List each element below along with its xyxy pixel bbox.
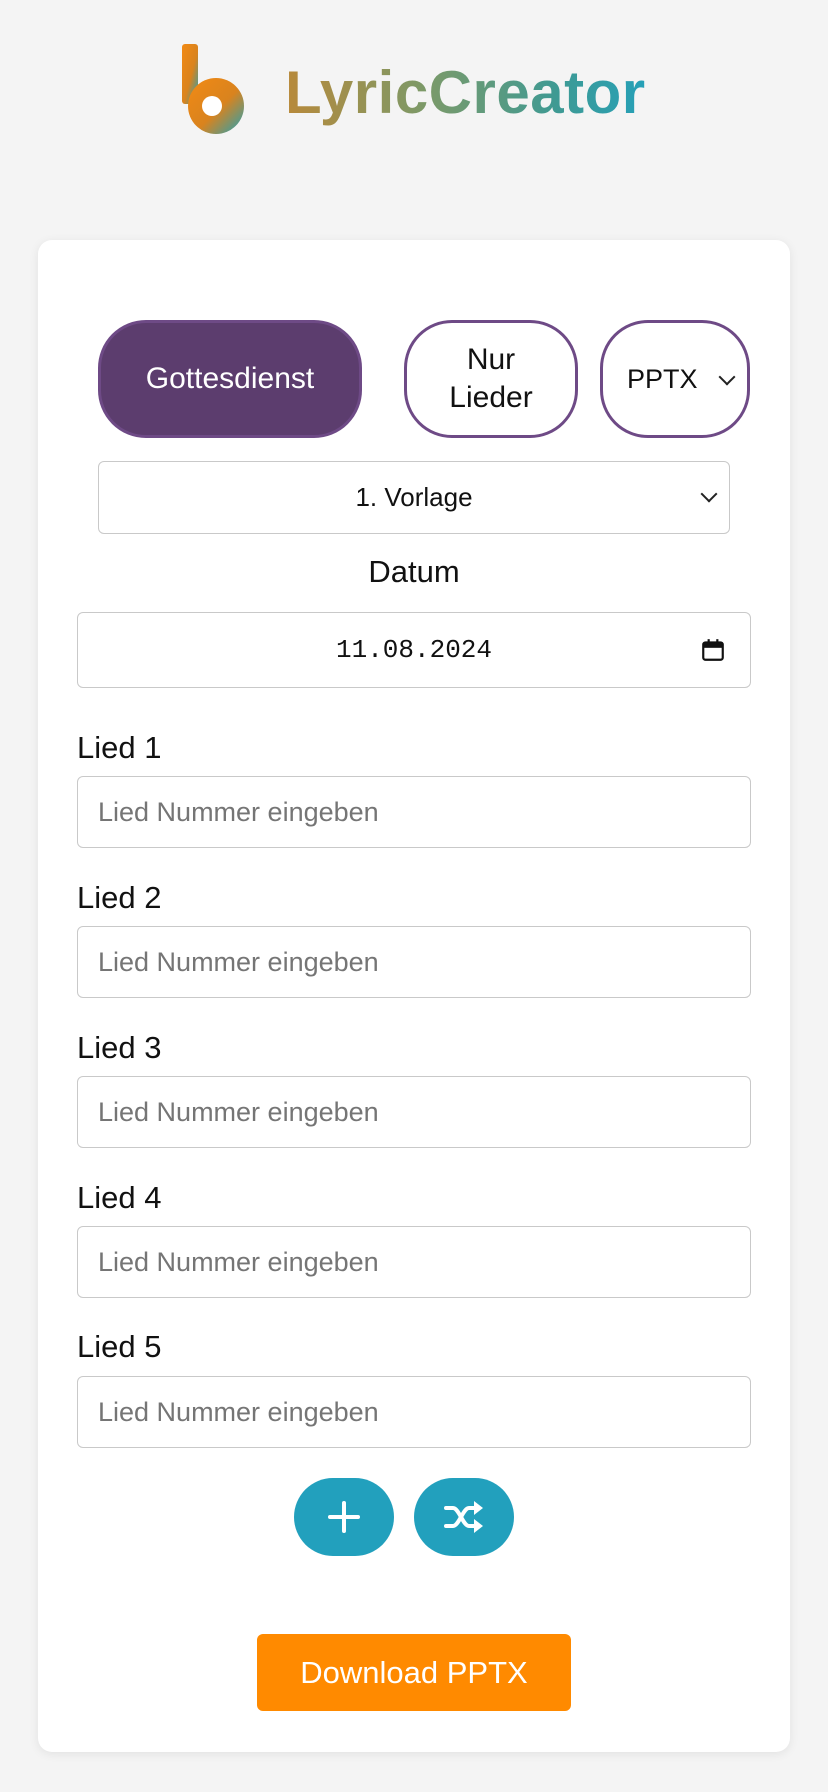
song-number-input[interactable] — [78, 777, 750, 847]
date-label: Datum — [368, 554, 460, 589]
format-select[interactable]: PPTX — [600, 320, 750, 438]
plus-icon — [328, 1501, 360, 1533]
shuffle-button[interactable] — [414, 1478, 514, 1556]
song-input[interactable] — [77, 1226, 751, 1298]
main-card: Gottesdienst Nur Lieder PPTX 1. Vorlage … — [38, 240, 790, 1752]
mode-gottesdienst-button[interactable]: Gottesdienst — [98, 320, 362, 438]
download-pptx-button[interactable]: Download PPTX — [257, 1634, 571, 1711]
add-song-button[interactable] — [294, 1478, 394, 1556]
song-input[interactable] — [77, 776, 751, 848]
song-label: Lied 4 — [77, 1180, 162, 1215]
song-input[interactable] — [77, 1076, 751, 1148]
template-select-value: 1. Vorlage — [355, 482, 473, 512]
mode-nur-lieder-label-line1: Nur — [466, 343, 516, 376]
song-number-input[interactable] — [78, 1227, 750, 1297]
song-label: Lied 3 — [77, 1030, 162, 1065]
mode-gottesdienst-label: Gottesdienst — [145, 362, 315, 395]
song-input[interactable] — [77, 1376, 751, 1448]
format-select-value: PPTX — [627, 364, 698, 394]
song-number-input[interactable] — [78, 1377, 750, 1447]
header: LyricCreator — [0, 0, 828, 200]
chevron-down-icon — [718, 368, 736, 386]
template-select[interactable]: 1. Vorlage — [98, 461, 730, 534]
song-label: Lied 2 — [77, 880, 162, 915]
mode-nur-lieder-button[interactable]: Nur Lieder — [404, 320, 578, 438]
calendar-icon[interactable] — [700, 637, 726, 663]
lyriccreator-logo-icon — [182, 44, 244, 134]
date-value: 11.08.2024 — [335, 635, 493, 665]
shuffle-icon — [444, 1501, 483, 1533]
song-number-input[interactable] — [78, 927, 750, 997]
song-label: Lied 5 — [77, 1329, 162, 1364]
song-number-input[interactable] — [78, 1077, 750, 1147]
song-input[interactable] — [77, 926, 751, 998]
download-pptx-label: Download PPTX — [300, 1654, 528, 1690]
song-label: Lied 1 — [77, 730, 162, 765]
date-input[interactable]: 11.08.2024 — [77, 612, 751, 688]
chevron-down-icon — [700, 485, 718, 503]
mode-nur-lieder-label-line2: Lieder — [449, 381, 533, 414]
app-title: LyricCreator — [285, 59, 646, 126]
